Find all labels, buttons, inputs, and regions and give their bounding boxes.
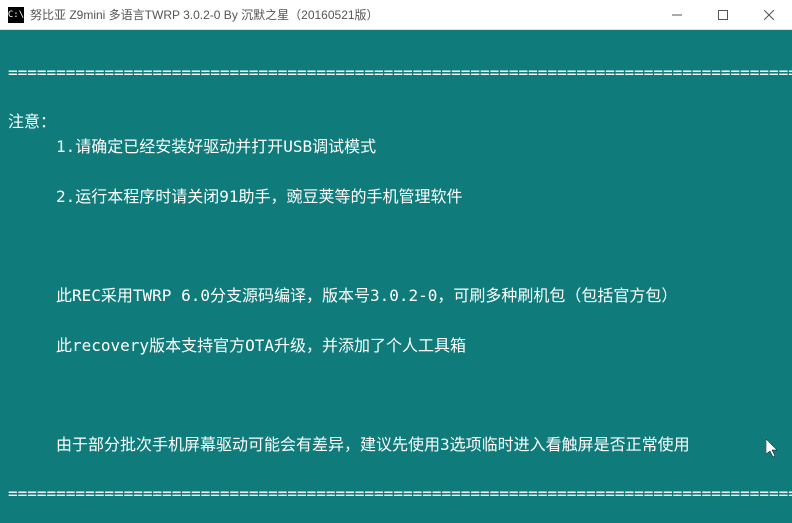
cmd-icon: C:\ <box>8 7 24 23</box>
window-controls <box>654 0 792 29</box>
notice-line-4: 此recovery版本支持官方OTA升级，并添加了个人工具箱 <box>8 334 784 359</box>
notice-line-2: 2.运行本程序时请关闭91助手，豌豆荚等的手机管理软件 <box>8 185 784 210</box>
maximize-button[interactable] <box>700 0 746 29</box>
close-button[interactable] <box>746 0 792 29</box>
notice-label: 注意： <box>8 112 56 131</box>
minimize-button[interactable] <box>654 0 700 29</box>
notice-block: 注意： 1.请确定已经安装好驱动并打开USB调试模式 2.运行本程序时请关闭91… <box>8 110 784 457</box>
notice-line-1: 1.请确定已经安装好驱动并打开USB调试模式 <box>8 135 784 160</box>
blank-line <box>8 234 784 259</box>
blank-line <box>8 383 784 408</box>
notice-line-3: 此REC采用TWRP 6.0分支源码编译，版本号3.0.2-0，可刷多种刷机包（… <box>8 284 784 309</box>
divider-line: ========================================… <box>8 61 784 86</box>
console-body: ========================================… <box>0 30 792 523</box>
window-titlebar: C:\ 努比亚 Z9mini 多语言TWRP 3.0.2-0 By 沉默之星（2… <box>0 0 792 30</box>
notice-line-5: 由于部分批次手机屏幕驱动可能会有差异，建议先使用3选项临时进入看触屏是否正常使用 <box>8 433 784 458</box>
divider-line: ========================================… <box>8 482 784 507</box>
window-title: 努比亚 Z9mini 多语言TWRP 3.0.2-0 By 沉默之星（20160… <box>30 6 654 23</box>
